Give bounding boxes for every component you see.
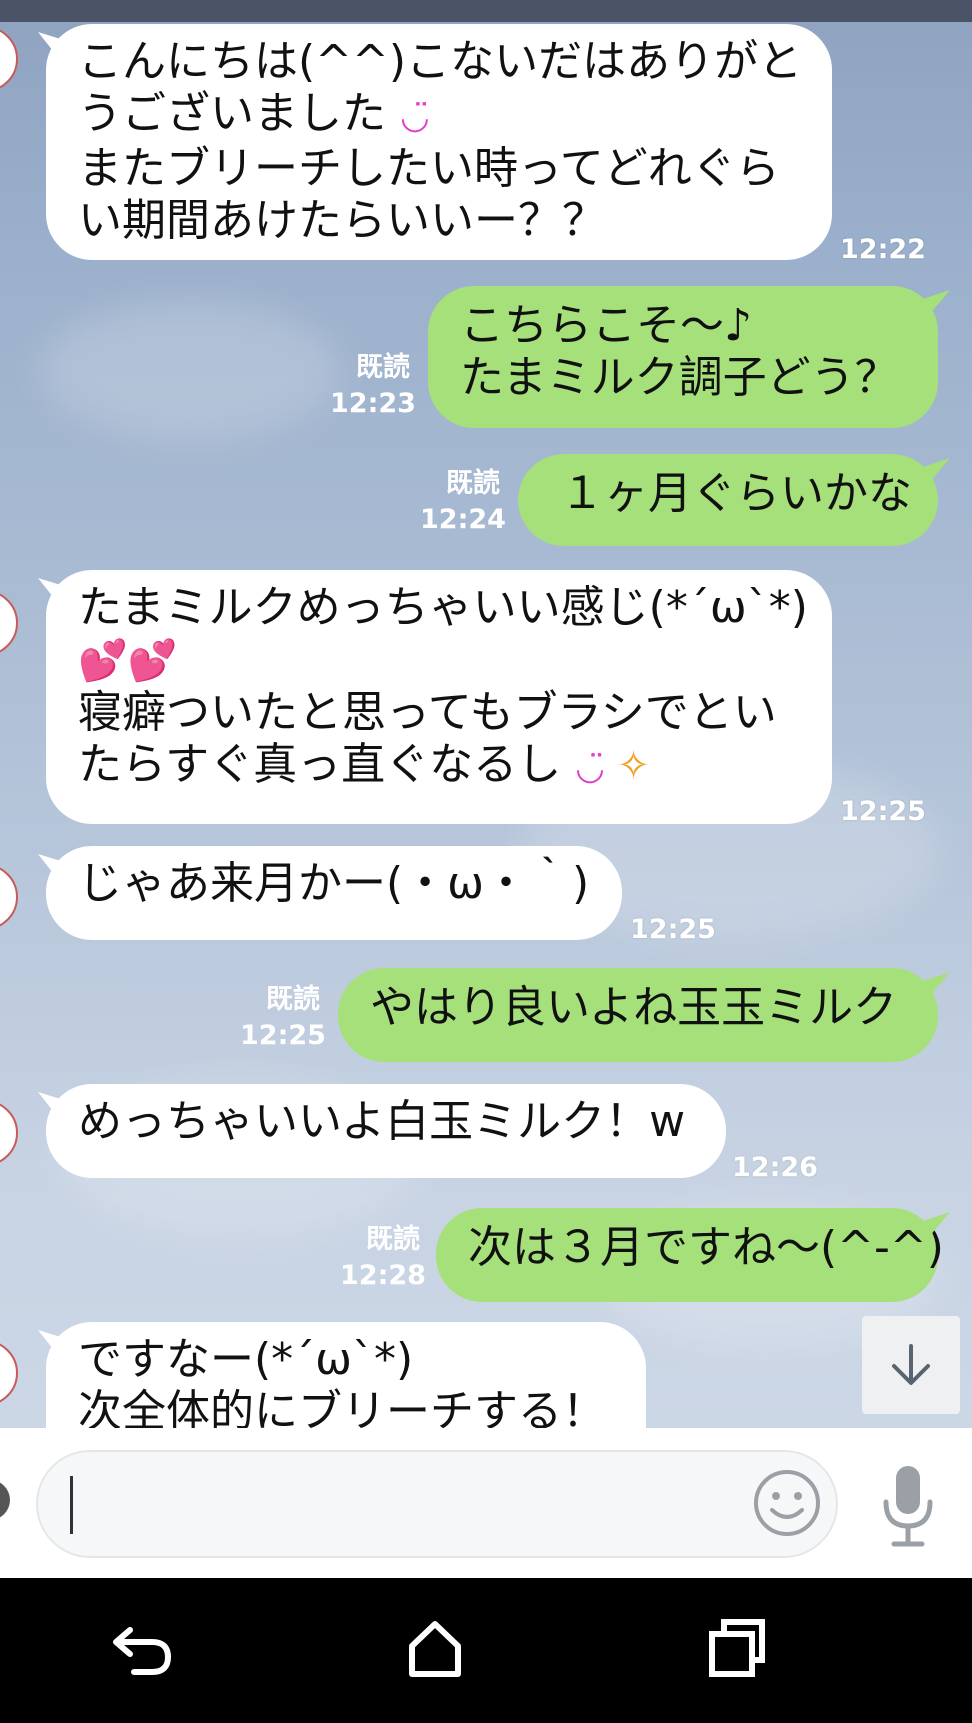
message-input[interactable] xyxy=(36,1450,838,1558)
smile-emoji-icon: ◡̈ xyxy=(400,97,430,137)
back-icon[interactable] xyxy=(108,1612,178,1682)
message-bubble-sent[interactable]: こちらこそ～♪ たまミルク調子どう？ xyxy=(428,286,938,428)
message-bubble-received[interactable]: たまミルクめっちゃいい感じ(*´ω`*) 💕💕 寝癖ついたと思ってもブラシでとい… xyxy=(46,570,832,824)
message-timestamp: 12:26 xyxy=(732,1152,818,1183)
message-text: たらすぐ真っ直ぐなるし xyxy=(78,739,562,790)
avatar[interactable] xyxy=(0,590,18,656)
scroll-to-bottom-button[interactable] xyxy=(862,1316,960,1414)
read-receipt: 既読 12:28 xyxy=(340,1222,426,1294)
message-text: 次は３月ですね～(^-^) xyxy=(468,1222,944,1273)
read-receipt: 既読 12:25 xyxy=(240,982,326,1054)
read-receipt: 既読 12:24 xyxy=(420,466,506,538)
avatar[interactable] xyxy=(0,864,18,930)
message-text: ですなー(*´ω`*) xyxy=(78,1334,414,1385)
smile-emoji-icon: ◡̈ xyxy=(575,748,605,788)
message-text: めっちゃいいよ白玉ミルク！w xyxy=(78,1096,686,1147)
message-bubble-received[interactable]: めっちゃいいよ白玉ミルク！w xyxy=(46,1084,726,1178)
home-icon[interactable] xyxy=(400,1612,470,1682)
message-timestamp: 12:23 xyxy=(330,388,416,419)
message-bubble-received[interactable]: ですなー(*´ω`*) 次全体的にブリーチする！ xyxy=(46,1322,646,1428)
sparkle-emoji-icon: ✧ xyxy=(616,743,651,789)
message-text: １ヶ月ぐらいかな xyxy=(560,468,912,519)
message-bubble-received[interactable]: こんにちは(^^)こないだはありがと うございました ◡̈ またブリーチしたい時… xyxy=(46,24,832,260)
message-timestamp: 12:25 xyxy=(840,796,926,827)
message-text: やはり良いよね玉玉ミルク xyxy=(370,982,898,1033)
message-text: またブリーチしたい時ってどれぐら xyxy=(78,143,780,194)
avatar[interactable] xyxy=(0,1100,18,1166)
message-bubble-sent[interactable]: やはり良いよね玉玉ミルク xyxy=(338,968,938,1062)
read-label: 既読 xyxy=(446,468,500,499)
read-label: 既読 xyxy=(266,984,320,1015)
system-nav-bar xyxy=(0,1578,972,1723)
message-text: こんにちは(^^)こないだはありがと xyxy=(78,36,803,87)
avatar[interactable] xyxy=(0,26,18,92)
message-text: 次全体的にブリーチする！ xyxy=(78,1386,606,1428)
arrow-down-icon xyxy=(892,1344,930,1385)
message-timestamp: 12:28 xyxy=(340,1260,426,1291)
message-text: こちらこそ～♪ xyxy=(460,300,753,351)
message-timestamp: 12:25 xyxy=(630,914,716,945)
message-timestamp: 12:25 xyxy=(240,1020,326,1051)
message-bubble-sent[interactable]: １ヶ月ぐらいかな xyxy=(518,454,938,546)
message-text: じゃあ来月かー(・ω・｀) xyxy=(78,858,590,909)
read-label: 既読 xyxy=(366,1224,420,1255)
read-label: 既読 xyxy=(356,352,410,383)
message-bubble-sent[interactable]: 次は３月ですね～(^-^) xyxy=(436,1208,944,1302)
chat-area[interactable]: こんにちは(^^)こないだはありがと うございました ◡̈ またブリーチしたい時… xyxy=(0,0,972,1428)
avatar[interactable] xyxy=(0,1340,18,1406)
hearts-emoji-icon: 💕💕 xyxy=(78,638,178,684)
smiley-icon[interactable] xyxy=(752,1468,822,1538)
message-input-bar xyxy=(0,1428,972,1578)
recents-icon[interactable] xyxy=(702,1612,772,1682)
message-text: たまミルクめっちゃいい感じ(*´ω`*) xyxy=(78,582,808,633)
status-bar xyxy=(0,0,972,22)
read-receipt: 既読 12:23 xyxy=(330,350,416,422)
message-timestamp: 12:24 xyxy=(420,504,506,535)
message-text: うございました xyxy=(78,88,386,139)
microphone-icon[interactable] xyxy=(880,1464,936,1550)
attach-icon[interactable] xyxy=(0,1480,10,1520)
message-timestamp: 12:22 xyxy=(840,234,926,265)
message-text: 寝癖ついたと思ってもブラシでとい xyxy=(78,687,777,738)
text-caret xyxy=(70,1476,73,1534)
message-text: い期間あけたらいいー？？ xyxy=(78,195,606,246)
message-text: たまミルク調子どう？ xyxy=(460,352,899,403)
message-bubble-received[interactable]: じゃあ来月かー(・ω・｀) xyxy=(46,846,622,940)
